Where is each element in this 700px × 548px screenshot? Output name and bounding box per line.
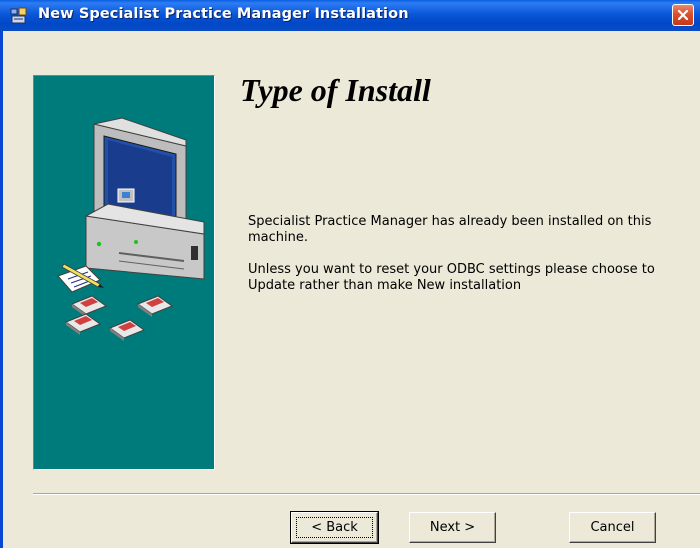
close-icon [677, 9, 689, 21]
cancel-button-label: Cancel [590, 520, 635, 535]
title-bar[interactable]: New Specialist Practice Manager Installa… [0, 0, 700, 31]
installed-message: Specialist Practice Manager has already … [248, 214, 652, 245]
next-button[interactable]: Next > [409, 512, 496, 543]
close-button[interactable] [672, 4, 694, 26]
update-advice-message: Unless you want to reset your ODBC setti… [248, 262, 655, 293]
installer-app-icon [10, 7, 27, 24]
next-button-label: Next > [429, 520, 476, 535]
floppy-disk-4 [108, 319, 146, 341]
cancel-button[interactable]: Cancel [569, 512, 656, 543]
back-button[interactable]: < Back [290, 511, 379, 544]
side-panel [33, 75, 215, 470]
back-button-label: < Back [311, 520, 358, 535]
computer-with-disks-icon [57, 117, 205, 341]
floppy-disk-3 [64, 313, 102, 335]
installer-window: New Specialist Practice Manager Installa… [0, 0, 700, 548]
button-separator [33, 493, 700, 495]
page-title: Type of Install [240, 72, 431, 108]
window-title: New Specialist Practice Manager Installa… [38, 6, 409, 22]
floppy-disk-1 [70, 295, 108, 317]
window-frame-left [0, 31, 3, 548]
floppy-disk-2 [136, 295, 174, 317]
